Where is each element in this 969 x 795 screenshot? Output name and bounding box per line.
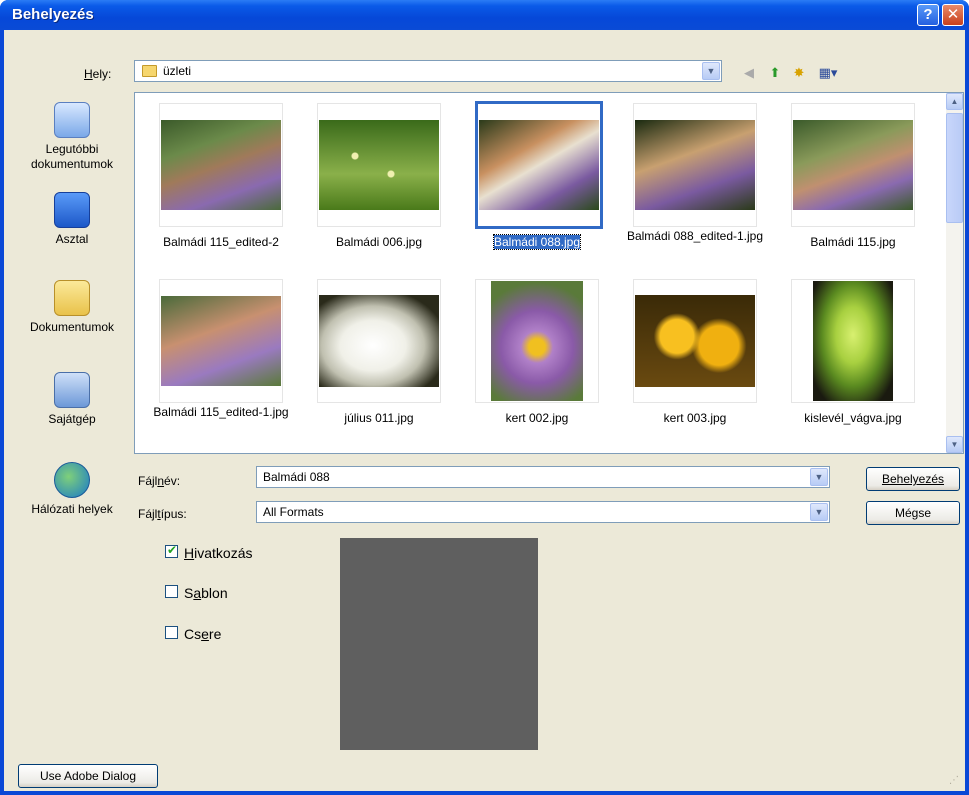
- file-thumbnail[interactable]: [791, 103, 915, 227]
- window-title: Behelyezés: [12, 6, 94, 23]
- place-label: Asztal: [55, 232, 89, 246]
- view-menu-icon[interactable]: ▦▾: [814, 64, 842, 82]
- desktop-icon: [54, 192, 90, 228]
- place-my-computer[interactable]: Sajátgép: [16, 372, 128, 426]
- grass-flowers-image: [319, 120, 439, 210]
- place-label: Sajátgép: [48, 412, 96, 426]
- file-name[interactable]: Balmádi 115.jpg: [778, 235, 928, 250]
- place-documents[interactable]: Dokumentumok: [16, 280, 128, 334]
- file-name[interactable]: július 011.jpg: [304, 411, 454, 426]
- location-value: üzleti: [163, 64, 192, 78]
- file-thumbnail[interactable]: [317, 279, 441, 403]
- recent-documents-icon: [54, 102, 90, 138]
- butterfly-image: [793, 120, 913, 210]
- location-combo[interactable]: üzleti ▼: [134, 60, 722, 82]
- place-recent[interactable]: Legutóbbi dokumentumok: [16, 102, 128, 172]
- file-list-view[interactable]: Balmádi 115_edited-2 Balmádi 006.jpg Bal…: [134, 92, 964, 454]
- network-places-icon: [54, 462, 90, 498]
- place-dialog-window: Behelyezés ? ✕ Hely: üzleti ▼ ◀ ⬆ ✸ ▦▾ L…: [0, 0, 969, 795]
- filetype-value: All Formats: [263, 505, 324, 519]
- file-thumbnail[interactable]: [475, 279, 599, 403]
- file-name[interactable]: kislevél_vágva.jpg: [778, 411, 928, 426]
- file-name[interactable]: Balmádi 006.jpg: [304, 235, 454, 250]
- help-button[interactable]: ?: [917, 4, 939, 26]
- scroll-thumb[interactable]: [946, 113, 963, 223]
- place-label: Hálózati helyek: [31, 502, 113, 516]
- file-name[interactable]: Balmádi 088_edited-1.jpg: [620, 229, 770, 244]
- file-list-scrollbar[interactable]: ▲ ▼: [946, 93, 963, 453]
- butterfly-image: [161, 120, 281, 210]
- scroll-down-button[interactable]: ▼: [946, 436, 963, 453]
- title-bar[interactable]: Behelyezés ? ✕: [0, 0, 969, 30]
- new-folder-icon[interactable]: ✸: [790, 64, 808, 82]
- file-name-selected[interactable]: Balmádi 088.jpg: [462, 234, 612, 250]
- file-name[interactable]: kert 003.jpg: [620, 411, 770, 426]
- resize-grip-icon[interactable]: ⋰: [949, 775, 961, 787]
- link-checkbox[interactable]: [165, 543, 178, 558]
- file-thumbnail[interactable]: [159, 279, 283, 403]
- folder-icon: [142, 65, 157, 77]
- template-checkbox[interactable]: [165, 585, 178, 598]
- use-adobe-dialog-button[interactable]: Use Adobe Dialog: [18, 764, 158, 788]
- location-label: Hely:: [84, 67, 112, 81]
- butterfly-closeup-image: [479, 120, 599, 210]
- replace-checkbox[interactable]: [165, 626, 178, 639]
- place-desktop[interactable]: Asztal: [16, 192, 128, 246]
- scroll-up-button[interactable]: ▲: [946, 93, 963, 110]
- file-thumbnail[interactable]: [791, 279, 915, 403]
- link-label[interactable]: Hivatkozás: [184, 545, 252, 561]
- dialog-client: Hely: üzleti ▼ ◀ ⬆ ✸ ▦▾ Legutóbbi dokume…: [4, 30, 965, 791]
- place-button[interactable]: Behelyezés: [866, 467, 960, 491]
- chevron-down-icon[interactable]: ▼: [810, 503, 828, 521]
- place-label: Legutóbbi dokumentumok: [30, 142, 114, 171]
- chevron-down-icon[interactable]: ▼: [810, 468, 828, 486]
- back-icon[interactable]: ◀: [740, 64, 758, 82]
- purple-flower-image: [491, 281, 583, 401]
- filename-label: Fájlnév:: [138, 474, 181, 488]
- places-bar: Legutóbbi dokumentumok Asztal Dokumentum…: [16, 92, 128, 532]
- file-thumbnail[interactable]: [317, 103, 441, 227]
- image-preview: [340, 538, 538, 750]
- file-name[interactable]: Balmádi 115_edited-2: [146, 235, 296, 250]
- cancel-button[interactable]: Mégse: [866, 501, 960, 525]
- filename-value: Balmádi 088: [263, 470, 330, 484]
- file-thumbnail-selected[interactable]: [475, 101, 603, 229]
- file-name[interactable]: kert 002.jpg: [462, 411, 612, 426]
- file-thumbnail[interactable]: [633, 103, 757, 227]
- close-button[interactable]: ✕: [942, 4, 964, 26]
- filename-combo[interactable]: Balmádi 088 ▼: [256, 466, 830, 488]
- butterfly-image: [635, 120, 755, 210]
- up-folder-icon[interactable]: ⬆: [766, 64, 784, 82]
- fig-leaf-image: [813, 281, 893, 401]
- documents-icon: [54, 280, 90, 316]
- file-thumbnail[interactable]: [633, 279, 757, 403]
- butterfly-image: [161, 296, 281, 386]
- replace-label[interactable]: Csere: [184, 626, 221, 642]
- template-label[interactable]: Sablon: [184, 585, 228, 601]
- filetype-label: Fájltípus:: [138, 507, 187, 521]
- place-network[interactable]: Hálózati helyek: [16, 462, 128, 516]
- filetype-combo[interactable]: All Formats ▼: [256, 501, 830, 523]
- white-rose-image: [319, 295, 439, 387]
- place-label: Dokumentumok: [29, 320, 115, 334]
- my-computer-icon: [54, 372, 90, 408]
- yellow-crocus-image: [635, 295, 755, 387]
- file-name[interactable]: Balmádi 115_edited-1.jpg: [146, 405, 296, 420]
- file-thumbnail[interactable]: [159, 103, 283, 227]
- chevron-down-icon[interactable]: ▼: [702, 62, 720, 80]
